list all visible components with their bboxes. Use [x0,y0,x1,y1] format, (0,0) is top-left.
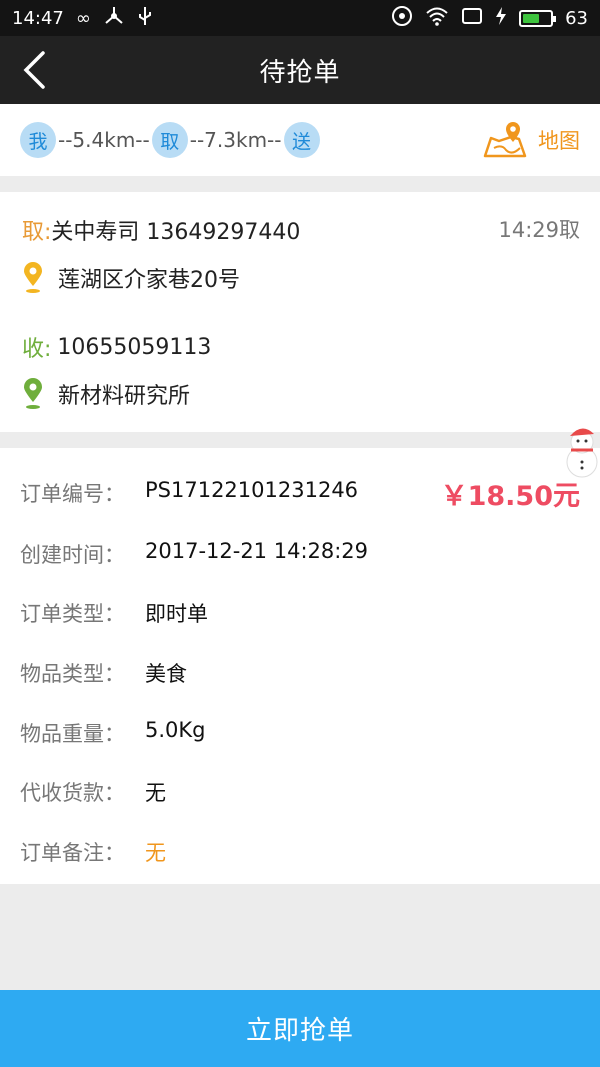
order-details: ￥18.50元 订单编号： PS17122101231246 创建时间： 201… [0,448,600,884]
receive-row: 收: 10655059113 [22,331,211,363]
charging-icon [495,6,507,31]
pickup-address: 莲湖区介家巷20号 [58,268,240,293]
detail-label: 物品类型： [20,662,125,686]
usb-tether-icon [103,6,125,31]
status-bar: 14:47 ∞ 63 [0,0,600,36]
map-icon [483,122,527,158]
order-number: PS17122101231246 [145,478,359,502]
route-summary: 我 --5.4km-- 取 --7.3km-- 送 地图 [0,104,600,176]
hotspot-icon [391,5,413,32]
receive-prefix: 收: [22,337,52,362]
chevron-left-icon [23,51,45,89]
section-divider [0,432,600,448]
cod-amount: 无 [145,781,166,805]
location-pin-icon [24,378,42,409]
snowman-floating-icon[interactable] [558,422,600,480]
order-type: 即时单 [145,602,208,626]
grab-order-button[interactable]: 立即抢单 [0,990,600,1067]
pickup-address-row: 莲湖区介家巷20号 [22,262,240,294]
detail-row: 订单编号： PS17122101231246 [20,478,358,508]
distance-to-delivery: --7.3km-- [189,128,282,152]
usb-icon [137,5,153,32]
detail-row: 物品重量： 5.0Kg [20,718,206,748]
address-section: 取: 关中寿司 13649297440 14:29取 莲湖区介家巷20号 收: … [0,192,600,432]
nav-bar: 待抢单 [0,36,600,104]
pickup-prefix: 取: [22,220,52,245]
detail-row: 订单类型： 即时单 [20,598,208,628]
distance-to-pickup: --5.4km-- [58,128,150,152]
sim-icon [461,6,483,31]
receive-phone: 10655059113 [57,334,212,360]
battery-icon [519,9,557,27]
detail-row: 创建时间： 2017-12-21 14:28:29 [20,539,368,569]
section-divider [0,176,600,192]
back-button[interactable] [14,50,54,90]
wifi-icon [425,6,449,31]
map-label: 地图 [538,129,580,153]
me-badge: 我 [20,122,56,158]
detail-label: 创建时间： [20,543,125,567]
detail-label: 订单编号： [20,482,125,506]
receive-address: 新材料研究所 [58,384,191,409]
map-button[interactable]: 地图 [482,120,580,160]
detail-label: 订单类型： [20,602,125,626]
detail-label: 订单备注： [20,841,125,865]
detail-row: 物品类型： 美食 [20,658,187,688]
order-remark: 无 [145,841,166,865]
item-weight: 5.0Kg [145,718,206,742]
receive-address-row: 新材料研究所 [22,378,190,410]
pickup-time: 14:29取 [498,218,580,242]
created-time: 2017-12-21 14:28:29 [145,539,369,563]
detail-label: 代收货款： [20,781,125,805]
deliver-badge: 送 [283,122,320,158]
detail-label: 物品重量： [20,722,125,746]
battery-level: 63 [565,7,588,29]
item-type: 美食 [145,662,187,686]
status-time: 14:47 [12,7,64,29]
pickup-row: 取: 关中寿司 13649297440 [22,214,300,246]
detail-row: 订单备注： 无 [20,837,166,867]
infinity-icon: ∞ [75,7,91,29]
page-title: 待抢单 [259,57,341,88]
detail-row: 代收货款： 无 [20,777,166,807]
pickup-name-phone: 关中寿司 13649297440 [51,220,301,245]
location-pin-icon [24,262,42,293]
pickup-badge: 取 [151,122,188,158]
